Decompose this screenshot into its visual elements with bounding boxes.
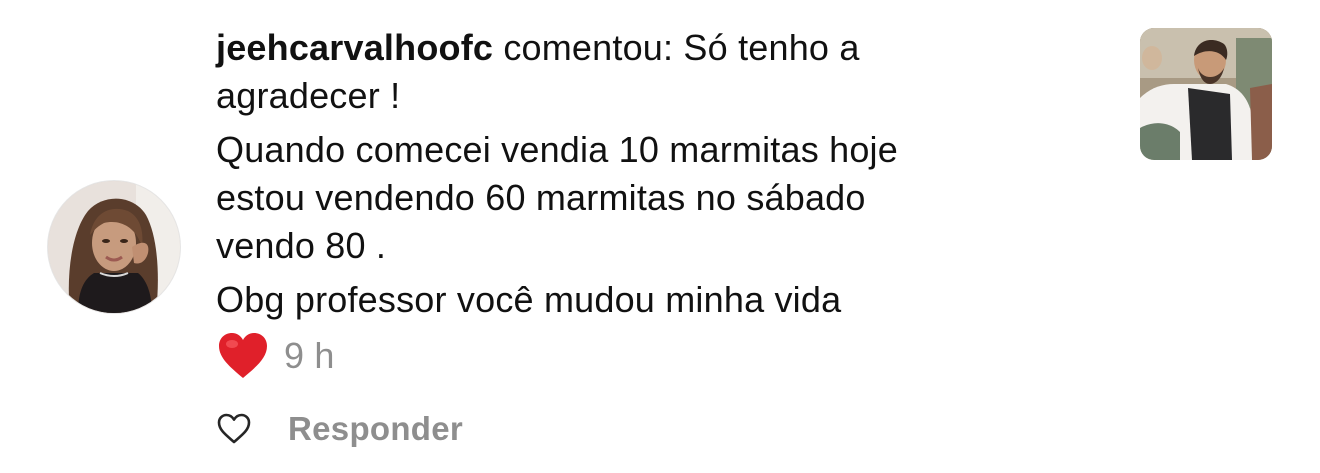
post-thumbnail[interactable] xyxy=(1140,28,1272,160)
comment-text-line: estou vendendo 60 marmitas no sábado xyxy=(216,177,866,218)
red-heart-emoji-icon xyxy=(219,333,267,378)
comment-header-line: jeehcarvalhoofc comentou: Só tenho a xyxy=(216,24,1096,72)
comment-text-line: Quando comecei vendia 10 marmitas hoje xyxy=(216,129,898,170)
comment-text-line: vendo 80 . xyxy=(216,225,387,266)
commenter-avatar[interactable] xyxy=(48,181,180,313)
comment-timestamp: 9 h xyxy=(284,335,335,376)
comment-action-text: comentou: Só tenho a xyxy=(493,27,860,68)
avatar-image xyxy=(48,181,180,313)
reply-button[interactable]: Responder xyxy=(288,410,463,448)
post-thumbnail-image xyxy=(1140,28,1272,160)
comment-body: jeehcarvalhoofc comentou: Só tenho a agr… xyxy=(216,24,1096,380)
commenter-username[interactable]: jeehcarvalhoofc xyxy=(216,27,493,68)
comment-reaction-row: 9 h xyxy=(216,332,1096,380)
comment-text-line: Obg professor você mudou minha vida xyxy=(216,279,842,320)
heart-outline-icon[interactable] xyxy=(216,411,252,447)
comment-actions: Responder xyxy=(216,410,463,448)
comment-text-line: agradecer ! xyxy=(216,75,401,116)
